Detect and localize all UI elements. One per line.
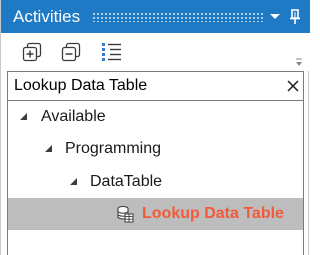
panel-toolbar (1, 33, 310, 71)
expand-all-button[interactable] (21, 41, 43, 63)
list-view-icon (102, 43, 121, 61)
expanded-arrow-icon[interactable] (19, 112, 28, 121)
close-icon (287, 80, 299, 92)
tree-node-datatable[interactable]: DataTable (8, 166, 303, 198)
list-view-button[interactable] (101, 41, 123, 63)
database-table-icon (117, 205, 134, 223)
expanded-arrow-icon[interactable] (44, 144, 53, 153)
search-input[interactable] (8, 72, 278, 100)
tree-node-label: DataTable (90, 173, 163, 190)
tree-node-lookup-data-table[interactable]: Lookup Data Table (8, 198, 303, 230)
tree-node-label: Programming (65, 140, 162, 157)
activity-search-box (7, 71, 304, 101)
activities-panel: Activities Lookup Data Table Available P… (0, 0, 310, 255)
tree-node-label: Lookup Data Table (142, 205, 284, 222)
collapse-all-icon (61, 42, 81, 62)
overflow-chevron-icon (296, 58, 302, 66)
expanded-arrow-icon[interactable] (69, 177, 78, 186)
toolbar-overflow-button[interactable] (294, 55, 304, 67)
tree-node-programming[interactable]: Programming (8, 133, 303, 165)
auto-hide-pin-button[interactable] (286, 7, 304, 27)
activities-tree: Available Programming DataTable Lookup D… (7, 101, 304, 255)
tree-node-available[interactable]: Available (8, 101, 303, 133)
clear-search-button[interactable] (283, 76, 303, 96)
collapse-all-button[interactable] (60, 41, 82, 63)
window-position-button[interactable] (266, 7, 284, 27)
tree-node-label: Available (41, 108, 106, 125)
pin-icon (290, 9, 300, 24)
titlebar-grip[interactable] (92, 12, 263, 22)
expand-all-icon (22, 42, 42, 62)
chevron-down-icon (270, 14, 280, 19)
panel-title: Activities (13, 7, 81, 26)
panel-titlebar[interactable]: Activities (1, 0, 310, 33)
